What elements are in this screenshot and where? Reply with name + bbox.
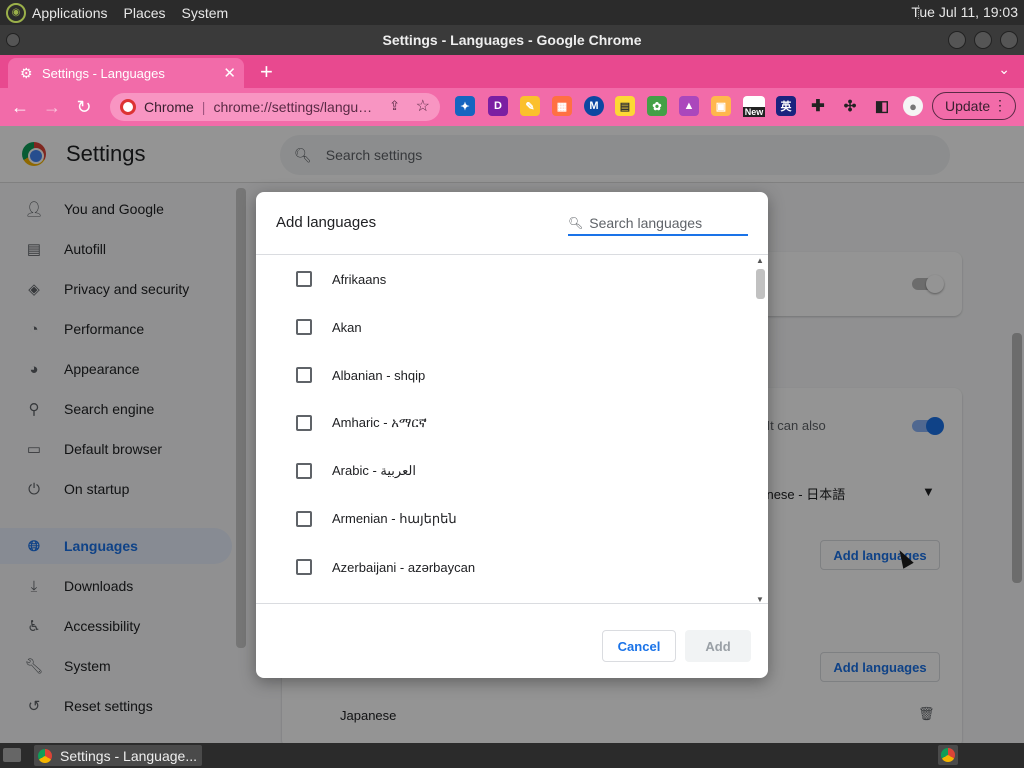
extension-translate-icon[interactable]: 英 xyxy=(776,96,796,116)
show-desktop-icon[interactable] xyxy=(3,748,21,762)
reload-button[interactable]: ↻ xyxy=(72,95,96,119)
list-item[interactable]: Azerbaijani - azərbaycan xyxy=(296,557,475,577)
language-label: Afrikaans xyxy=(332,271,387,287)
language-list: Afrikaans Akan Albanian - shqip Amharic … xyxy=(256,254,768,604)
language-label: Amharic - አማርኛ xyxy=(332,415,427,430)
extension-new-icon[interactable]: New xyxy=(742,96,766,117)
language-label: Albanian - shqip xyxy=(332,367,426,383)
extension-calendar-icon[interactable]: ▤ xyxy=(615,96,635,116)
tab-settings-languages[interactable]: ⚙ Settings - Languages ✕ xyxy=(8,58,244,88)
distro-logo-icon[interactable]: ◉ xyxy=(6,2,26,23)
cancel-button[interactable]: Cancel xyxy=(602,630,676,662)
bookmark-star-icon[interactable]: ☆ xyxy=(416,96,430,116)
scroll-down-arrow-icon[interactable]: ▼ xyxy=(756,595,764,603)
list-item[interactable]: Afrikaans xyxy=(296,269,386,289)
language-list-scrollbar-thumb[interactable] xyxy=(756,269,765,299)
gear-icon: ⚙ xyxy=(20,65,33,81)
browser-toolbar: ← → ↻ Chrome | chrome://settings/langu… … xyxy=(0,88,1024,126)
omnibox-site-label: Chrome xyxy=(144,99,194,115)
extension-m-icon[interactable]: M xyxy=(584,96,604,116)
chrome-icon xyxy=(38,748,52,763)
extension-grid-icon[interactable]: ▦ xyxy=(552,96,572,116)
update-button[interactable]: Update ⋮ xyxy=(932,92,1016,120)
language-checkbox[interactable] xyxy=(296,367,312,383)
omnibox-url[interactable]: chrome://settings/langu… xyxy=(213,99,372,115)
share-icon[interactable]: ⇪ xyxy=(389,98,400,114)
list-item[interactable]: Akan xyxy=(296,317,362,337)
extension-purple-icon[interactable]: ▲ xyxy=(679,96,699,116)
update-label: Update xyxy=(945,98,991,114)
extension-puzzle-blue-icon[interactable]: ✦ xyxy=(455,96,475,116)
extension-pencil-icon[interactable]: ✎ xyxy=(520,96,540,116)
language-checkbox[interactable] xyxy=(296,511,312,527)
tab-strip: ⚙ Settings - Languages ✕ + ⌄ xyxy=(0,55,1024,88)
add-button[interactable]: Add xyxy=(685,630,751,662)
scroll-up-arrow-icon[interactable]: ▲ xyxy=(756,256,764,265)
taskbar-task-label: Settings - Language... xyxy=(60,747,197,764)
menu-applications[interactable]: Applications xyxy=(32,5,108,21)
list-item[interactable]: Albanian - shqip xyxy=(296,365,425,385)
tab-title: Settings - Languages xyxy=(42,65,165,81)
extension-green-icon[interactable]: ✿ xyxy=(647,96,667,116)
more-menu-icon[interactable]: ⋮ xyxy=(993,97,1007,114)
language-checkbox[interactable] xyxy=(296,271,312,287)
extensions-puzzle-icon[interactable]: ✣ xyxy=(840,96,860,116)
menu-system[interactable]: System xyxy=(182,5,229,21)
window-controls xyxy=(948,31,1018,49)
extension-orange-icon[interactable]: ▣ xyxy=(711,96,731,116)
language-checkbox[interactable] xyxy=(296,319,312,335)
dialog-title: Add languages xyxy=(276,214,377,231)
window-menu-button[interactable] xyxy=(6,33,20,47)
language-label: Arabic - العربية xyxy=(332,463,416,478)
forward-button[interactable]: → xyxy=(40,95,64,119)
window-title: Settings - Languages - Google Chrome xyxy=(382,32,642,48)
language-label: Akan xyxy=(332,319,362,335)
extension-gamepad-icon[interactable]: ✚ xyxy=(808,96,828,116)
language-checkbox[interactable] xyxy=(296,463,312,479)
close-tab-icon[interactable]: ✕ xyxy=(223,64,236,82)
minimize-button[interactable] xyxy=(948,31,966,49)
language-checkbox[interactable] xyxy=(296,415,312,431)
tab-search-chevron-icon[interactable]: ⌄ xyxy=(998,61,1010,78)
add-languages-dialog: Add languages 🔍︎ Afrikaans Akan Albanian… xyxy=(256,192,768,678)
new-tab-button[interactable]: + xyxy=(260,59,273,85)
search-languages-input[interactable] xyxy=(589,215,740,231)
language-label: Azerbaijani - azərbaycan xyxy=(332,559,476,575)
top-panel: ◉ Applications Places System Tue Jul 11,… xyxy=(0,0,1024,25)
clock[interactable]: Tue Jul 11, 19:03 xyxy=(911,4,1018,20)
menu-places[interactable]: Places xyxy=(124,5,166,21)
close-window-button[interactable] xyxy=(1000,31,1018,49)
search-icon: 🔍︎ xyxy=(568,216,584,230)
back-button[interactable]: ← xyxy=(8,95,32,119)
address-bar[interactable]: Chrome | chrome://settings/langu… ⇪ ☆ xyxy=(110,93,440,121)
language-label: Armenian - հայերեն xyxy=(332,511,457,526)
search-languages-field[interactable]: 🔍︎ xyxy=(568,212,748,236)
side-panel-icon[interactable]: ◧ xyxy=(872,96,892,116)
extension-new-badge: New xyxy=(742,107,766,117)
list-item[interactable]: Amharic - አማርኛ xyxy=(296,413,427,433)
language-list-scrollbar[interactable]: ▲ ▼ xyxy=(754,255,768,603)
window-titlebar[interactable]: Settings - Languages - Google Chrome xyxy=(0,25,1024,55)
taskbar-chrome-window[interactable]: Settings - Language... xyxy=(34,745,202,766)
list-item[interactable]: Armenian - հայերեն xyxy=(296,509,457,529)
bottom-taskbar: Settings - Language... xyxy=(0,743,1024,768)
tray-chrome-icon[interactable] xyxy=(938,745,958,765)
list-item[interactable]: Arabic - العربية xyxy=(296,461,416,481)
chrome-site-icon xyxy=(120,99,136,115)
omnibox-divider: | xyxy=(201,99,206,115)
extension-d-icon[interactable]: D xyxy=(488,96,508,116)
maximize-button[interactable] xyxy=(974,31,992,49)
language-checkbox[interactable] xyxy=(296,559,312,575)
profile-avatar-icon[interactable]: ● xyxy=(903,96,923,116)
